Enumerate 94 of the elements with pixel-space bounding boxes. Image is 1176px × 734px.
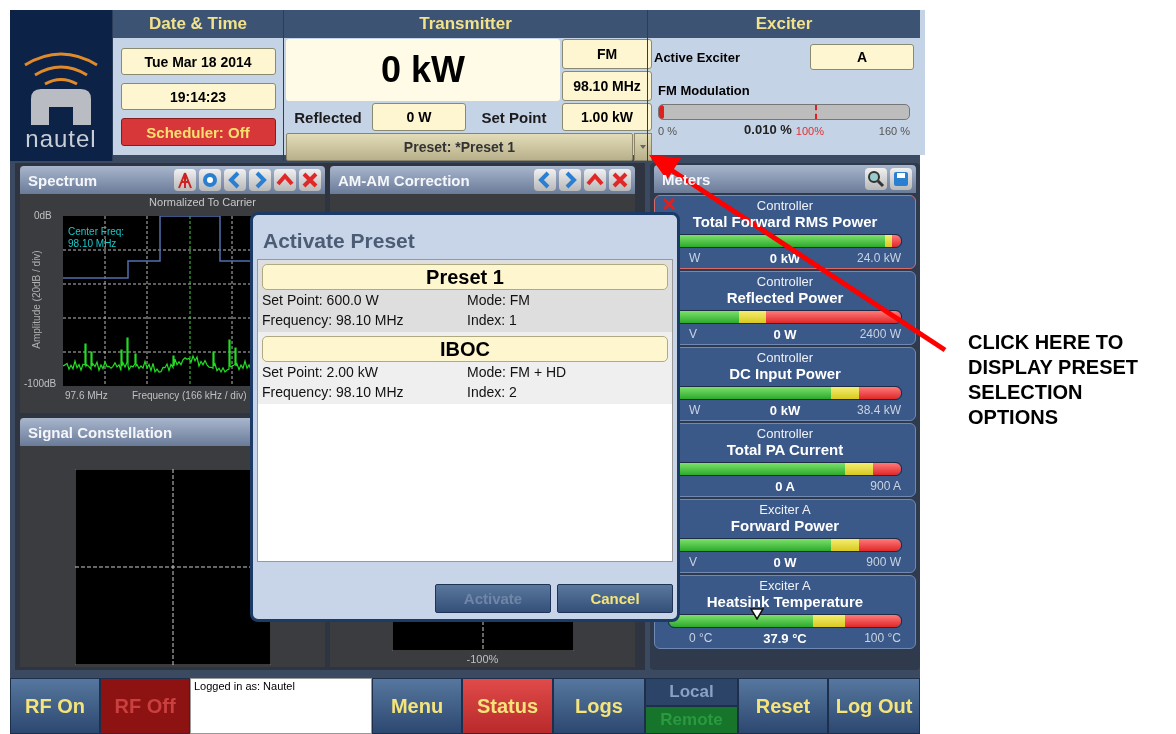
meter-name: Forward Power [730, 517, 840, 534]
annotation-text: CLICK HERE TO DISPLAY PRESET SELECTION OPTIONS [968, 330, 1140, 430]
logo-text: nautel [25, 125, 97, 153]
meter-min-label: W [689, 403, 701, 417]
center-frequency-value: 98.10 MHz [68, 238, 117, 249]
preset-name: Preset 1 [262, 264, 668, 290]
mode-field: FM [562, 39, 652, 69]
frequency-field: 98.10 MHz [562, 71, 652, 101]
section-title: Transmitter [284, 10, 647, 38]
meter-max-label: 900 A [869, 479, 901, 494]
login-status-text: Logged in as: Nautel [194, 680, 295, 692]
meter-value: 0 kW [769, 403, 801, 418]
meter-name: DC Input Power [729, 365, 841, 382]
date-field: Tue Mar 18 2014 [120, 48, 276, 75]
axis-label: -100dB [24, 378, 57, 389]
up-chevron-icon[interactable] [274, 169, 296, 191]
power-reading: 0 kW [286, 39, 560, 101]
meter-value: 37.9 °C [763, 631, 807, 646]
meter-name: Reflected Power [726, 289, 844, 306]
set-point-field: 1.00 kW [562, 103, 652, 131]
meter-name: Heatsink Temperature [706, 593, 864, 610]
close-icon[interactable] [299, 169, 321, 191]
axis-title: Frequency (166 kHz / div) [132, 390, 247, 401]
footer-button[interactable]: Menu [372, 678, 462, 734]
meter-group: Controller [756, 426, 814, 441]
scale-label: 160 % [877, 125, 910, 137]
preset-detail: Mode: FM + HD [467, 363, 568, 382]
dialog-title: Activate Preset [262, 228, 416, 254]
close-icon[interactable] [609, 169, 631, 191]
preset-detail: Frequency: 98.10 MHz [262, 383, 405, 402]
preset-detail: Set Point: 2.00 kW [262, 363, 379, 382]
axis-label: -100% [466, 653, 499, 665]
center-frequency-label: Center Freq: [68, 226, 125, 237]
active-exciter-field: A [810, 44, 914, 70]
axis-label: 97.6 MHz [65, 390, 108, 401]
meter-zone [891, 235, 901, 247]
footer-button[interactable]: Status [462, 678, 553, 734]
preset-dropdown-button[interactable] [634, 133, 652, 161]
reflected-field: 0 W [372, 103, 466, 131]
meter-zone [845, 463, 874, 475]
limit-label: 100% [795, 125, 824, 137]
scheduler-button[interactable]: Scheduler: Off [120, 118, 276, 146]
meter-max-label: 38.4 kW [856, 403, 901, 418]
meter-max-label: 2400 W [858, 327, 901, 342]
meter-max-label: 24.0 kW [856, 251, 901, 266]
section-title: Date & Time [113, 10, 283, 38]
meter-group: Controller [756, 350, 814, 365]
cancel-button[interactable]: Cancel [557, 584, 673, 613]
up-chevron-icon[interactable] [584, 169, 606, 191]
meter-name: Total PA Current [726, 441, 844, 458]
meter-value: 0 W [773, 555, 797, 570]
meter-value: 0 W [773, 327, 797, 342]
modulation-label: FM Modulation [658, 83, 751, 98]
meter-zone [873, 463, 901, 475]
section-title: Exciter [648, 10, 920, 38]
meter-group: Exciter A [759, 578, 811, 593]
panel-title: Signal Constellation [28, 423, 174, 441]
footer-button[interactable]: Reset [738, 678, 828, 734]
meter-group: Controller [756, 198, 814, 213]
meter-value: 0 A [775, 479, 795, 494]
preset-detail: Set Point: 600.0 W [262, 291, 380, 310]
mode-toggle-option[interactable]: Local [645, 678, 738, 706]
meter-max-label: 100 °C [863, 631, 901, 646]
panel-title: Spectrum [28, 171, 99, 189]
meter-min-label: 0 °C [689, 631, 713, 645]
time-field: 19:14:23 [120, 83, 276, 110]
scale-label: 0 % [658, 125, 678, 137]
active-exciter-label: Active Exciter [654, 49, 740, 65]
meter-min-label: V [689, 555, 697, 569]
meter-group: Exciter A [759, 502, 811, 517]
antenna-icon[interactable] [174, 169, 196, 191]
meter-min-label: W [689, 251, 701, 265]
panel-title: AM-AM Correction [338, 171, 471, 189]
chart-subtitle: Normalized To Carrier [148, 196, 257, 208]
save-icon[interactable] [890, 168, 912, 190]
preset-name: IBOC [262, 336, 668, 362]
caret-icon [639, 143, 647, 151]
modulation-reading: 0.010 % [744, 122, 792, 137]
meter-max-label: 900 W [865, 555, 901, 570]
meter-min-label: V [689, 327, 697, 341]
axis-title: Amplitude (20dB / div) [30, 250, 42, 349]
preset-item[interactable]: Preset 1 Set Point: 600.0 W Mode: FM Frequency: 98.10 MHz Index: 1 [258, 260, 672, 332]
preset-detail: Frequency: 98.10 MHz [262, 311, 405, 330]
preset-detail: Mode: FM [467, 291, 531, 310]
axis-label: 0dB [34, 210, 52, 221]
footer-button[interactable]: Logs [553, 678, 645, 734]
footer-button[interactable]: RF On [10, 678, 100, 734]
preset-detail: Index: 2 [467, 383, 518, 402]
preset-detail: Index: 1 [467, 311, 518, 330]
meter-group: Controller [756, 274, 814, 289]
magnifier-icon[interactable] [865, 168, 887, 190]
preset-button[interactable]: Preset: *Preset 1 [286, 133, 633, 161]
preset-item[interactable]: IBOC Set Point: 2.00 kW Mode: FM + HD Frequency: 98.10 MHz Index: 2 [258, 332, 672, 404]
footer-button[interactable]: Log Out [828, 678, 920, 734]
